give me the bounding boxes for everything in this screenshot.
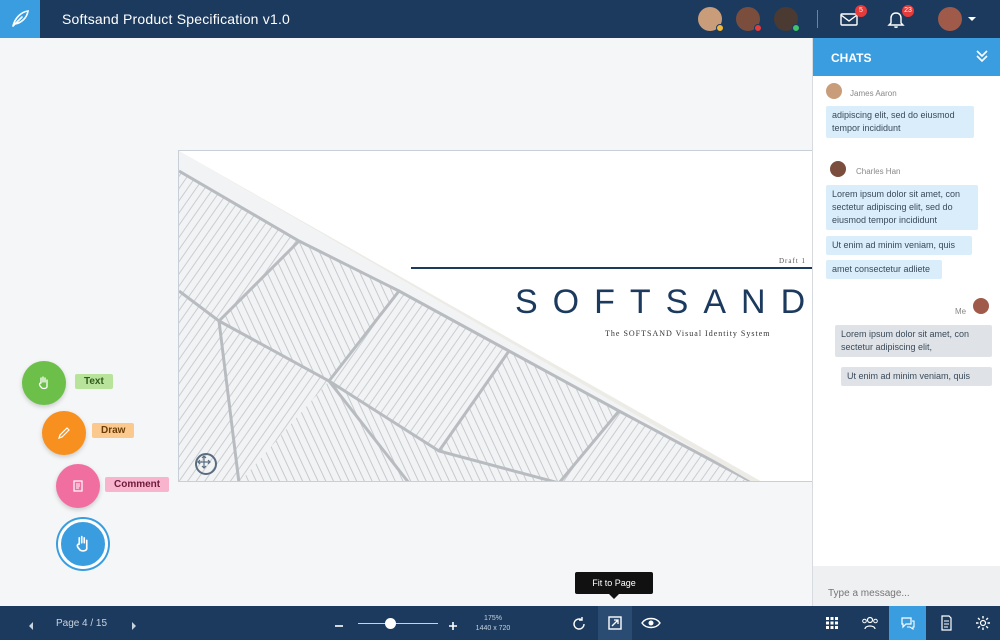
message-bubble: Ut enim ad minim veniam, quis bbox=[841, 367, 992, 386]
message-bubble: Lorem ipsum dolor sit amet, con sectetur… bbox=[835, 325, 992, 357]
zoom-percent: 175% bbox=[484, 615, 502, 622]
document-title: Softsand Product Specification v1.0 bbox=[62, 11, 291, 27]
message-bubble: Lorem ipsum dolor sit amet, con sectetur… bbox=[826, 185, 978, 230]
feather-logo-icon[interactable] bbox=[0, 0, 40, 38]
message-sender: James Aaron bbox=[850, 89, 897, 98]
fit-to-page-button[interactable] bbox=[598, 606, 632, 640]
pan-tool-button[interactable] bbox=[58, 519, 108, 569]
collaborator-avatars bbox=[698, 7, 800, 32]
avatar bbox=[826, 83, 842, 99]
fit-to-page-icon bbox=[607, 615, 623, 636]
gear-icon bbox=[975, 616, 990, 630]
document-icon bbox=[940, 615, 952, 631]
draft-label: Draft 1 bbox=[779, 257, 807, 265]
bottom-toolbar: Page 4 / 15 175% 1440 x 720 bbox=[0, 606, 1000, 640]
hand-icon bbox=[76, 535, 88, 552]
avatar bbox=[830, 161, 846, 177]
zoom-slider-track[interactable] bbox=[358, 623, 438, 624]
page-indicator: 4 / 15 bbox=[82, 618, 108, 629]
zoom-in-icon[interactable] bbox=[448, 618, 458, 636]
brand-title: SOFTSAND bbox=[515, 283, 812, 321]
message-bubble: adipiscing elit, sed do eiusmod tempor i… bbox=[826, 106, 974, 138]
move-handle-icon[interactable] bbox=[195, 453, 217, 475]
zoom-slider-knob[interactable] bbox=[384, 618, 396, 629]
brand-tagline: The SOFTSAND Visual Identity System bbox=[605, 329, 771, 338]
bell-icon[interactable]: 23 bbox=[886, 5, 914, 29]
users-tab[interactable] bbox=[851, 606, 888, 640]
chat-bubbles-icon bbox=[900, 617, 915, 630]
chat-title: CHATS bbox=[831, 51, 872, 65]
draw-tool-label: Draw bbox=[92, 423, 135, 438]
zoom-out-icon[interactable] bbox=[334, 618, 344, 636]
notes-tab[interactable] bbox=[927, 606, 964, 640]
notifications-badge: 23 bbox=[902, 5, 914, 17]
settings-tab[interactable] bbox=[964, 606, 1000, 640]
status-dot bbox=[754, 24, 762, 32]
page-label: Page bbox=[56, 618, 80, 629]
messages-badge: 5 bbox=[855, 5, 867, 17]
grid-view-tab[interactable] bbox=[813, 606, 850, 640]
previous-page-icon[interactable] bbox=[27, 618, 35, 636]
comment-tool-button[interactable] bbox=[56, 464, 100, 508]
message-input[interactable] bbox=[813, 566, 1000, 606]
avatar bbox=[973, 298, 989, 314]
draw-tool-button[interactable] bbox=[42, 411, 86, 455]
text-tool-label: Text bbox=[75, 374, 113, 389]
pencil-icon bbox=[58, 427, 70, 439]
hand-icon bbox=[38, 376, 48, 390]
title-rule bbox=[411, 267, 812, 269]
grid-icon bbox=[825, 617, 838, 629]
mail-icon[interactable]: 5 bbox=[839, 5, 867, 29]
fit-to-page-tooltip: Fit to Page bbox=[575, 572, 653, 599]
comment-tool-label: Comment bbox=[105, 477, 170, 492]
message-sender: Charles Han bbox=[856, 167, 901, 176]
message-bubble: Ut enim ad minim veniam, quis bbox=[826, 236, 972, 255]
chat-panel: CHATS James Aaron adipiscing elit, sed d… bbox=[812, 38, 1000, 606]
status-dot bbox=[792, 24, 800, 32]
collapse-chevron-icon[interactable] bbox=[976, 49, 988, 66]
status-dot bbox=[716, 24, 724, 32]
next-page-icon[interactable] bbox=[130, 618, 138, 636]
eye-icon[interactable] bbox=[641, 616, 661, 635]
collaborator-avatar[interactable] bbox=[698, 7, 724, 32]
page-resolution: 1440 x 720 bbox=[475, 625, 511, 632]
document-canvas[interactable]: Draft 1 SOFTSAND The SOFTSAND Visual Ide… bbox=[0, 38, 812, 606]
zoom-readout: 175% 1440 x 720 bbox=[470, 614, 516, 634]
top-bar: Softsand Product Specification v1.0 5 23 bbox=[0, 0, 1000, 38]
users-icon bbox=[861, 616, 878, 630]
message-bubble: amet consectetur adliete bbox=[826, 260, 942, 279]
caret-down-icon[interactable] bbox=[968, 17, 976, 21]
chat-header: CHATS bbox=[813, 38, 1000, 76]
collaborator-avatar[interactable] bbox=[774, 7, 800, 32]
rotate-icon[interactable] bbox=[571, 616, 587, 637]
text-tool-button[interactable] bbox=[22, 361, 66, 405]
collaborator-avatar[interactable] bbox=[736, 7, 762, 32]
chats-tab[interactable] bbox=[889, 606, 926, 640]
message-sender: Me bbox=[955, 307, 967, 316]
slide-page[interactable]: Draft 1 SOFTSAND The SOFTSAND Visual Ide… bbox=[178, 150, 812, 482]
divider bbox=[817, 10, 818, 28]
note-icon bbox=[73, 480, 83, 492]
user-avatar[interactable] bbox=[938, 7, 962, 31]
